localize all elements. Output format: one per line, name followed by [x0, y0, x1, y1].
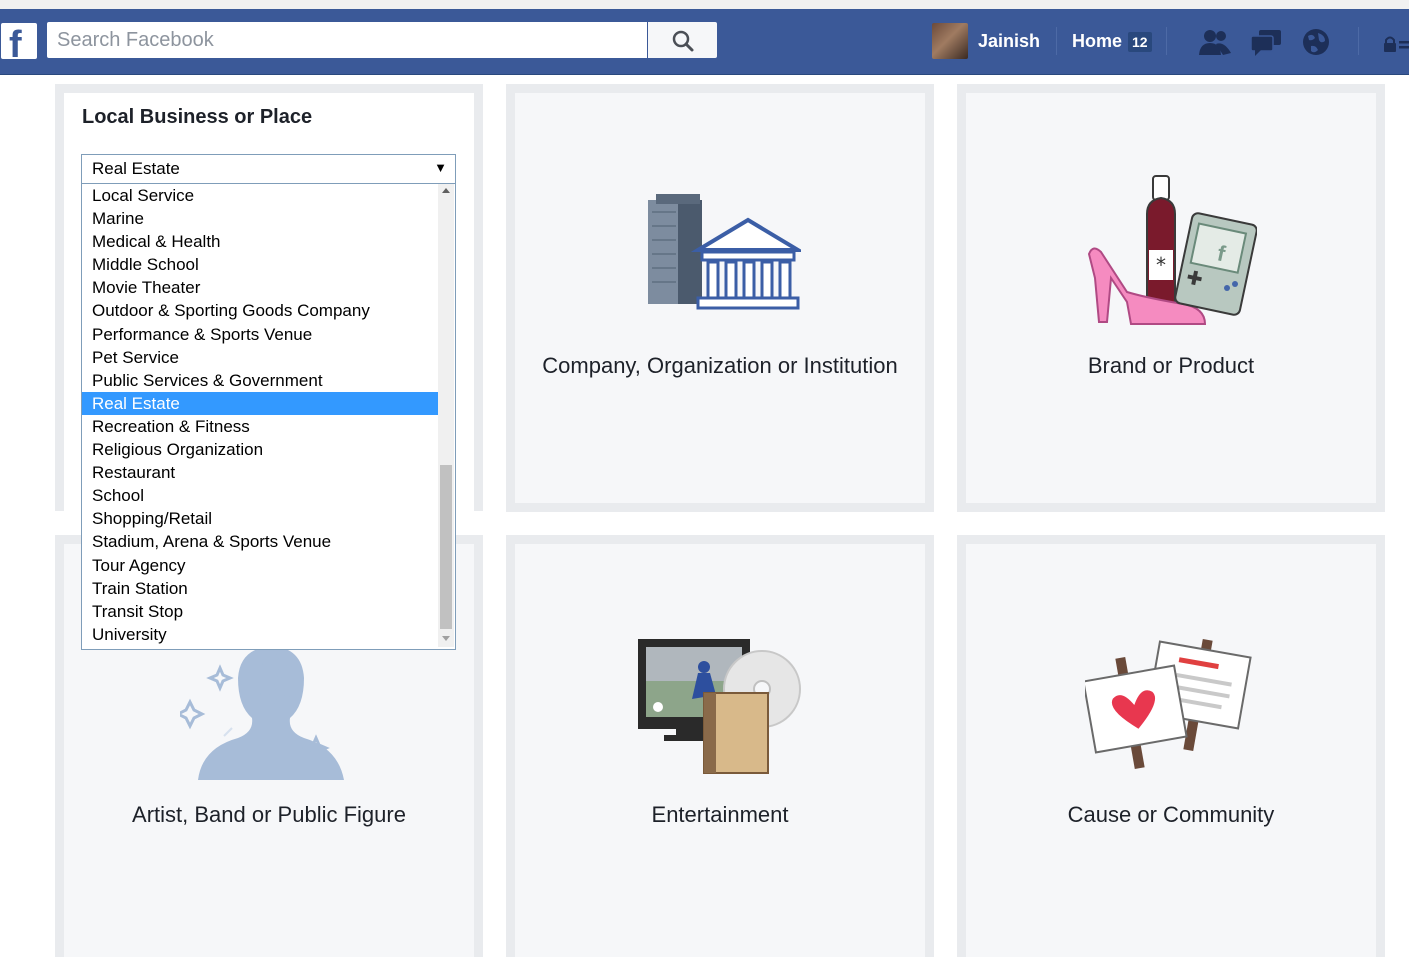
home-link[interactable]: Home	[1072, 31, 1122, 52]
category-select[interactable]: Real Estate ▼	[81, 154, 456, 184]
brand-products-icon: * f	[1087, 175, 1257, 325]
scrollbar-thumb[interactable]	[440, 465, 452, 629]
company-building-icon	[648, 194, 801, 310]
dropdown-option[interactable]: University	[82, 623, 438, 646]
svg-text:*: *	[1156, 253, 1166, 277]
scroll-up-icon[interactable]	[442, 188, 450, 193]
cause-signs-icon	[1085, 638, 1252, 770]
nav-divider	[1166, 27, 1167, 55]
dropdown-option[interactable]: Medical & Health	[82, 230, 438, 253]
entertainment-label: Entertainment	[651, 802, 789, 827]
facebook-top-bar: f Jainish Home 12	[0, 9, 1409, 75]
dropdown-option[interactable]: Local Service	[82, 184, 438, 207]
search-icon	[672, 30, 694, 52]
brand-product-card[interactable]: * f Brand or Product	[957, 84, 1385, 512]
scroll-down-icon[interactable]	[442, 636, 450, 641]
dropdown-option[interactable]: Train Station	[82, 577, 438, 600]
dropdown-option[interactable]: Transit Stop	[82, 600, 438, 623]
local-business-title: Local Business or Place	[82, 106, 313, 128]
messages-icon[interactable]	[1249, 27, 1283, 57]
home-count-badge: 12	[1128, 32, 1152, 52]
cause-community-card[interactable]: Cause or Community	[957, 535, 1385, 957]
dropdown-option[interactable]: Performance & Sports Venue	[82, 323, 438, 346]
friend-requests-icon[interactable]	[1198, 27, 1232, 57]
dropdown-option[interactable]: Recreation & Fitness	[82, 415, 438, 438]
cause-community-label: Cause or Community	[1067, 802, 1275, 827]
search-field[interactable]	[47, 22, 647, 58]
facebook-logo-icon[interactable]: f	[1, 23, 37, 65]
dropdown-option[interactable]: Religious Organization	[82, 438, 438, 461]
nav-divider	[1056, 27, 1057, 55]
category-select-value: Real Estate	[92, 159, 180, 178]
notifications-globe-icon[interactable]	[1299, 27, 1333, 57]
dropdown-option[interactable]: Marine	[82, 207, 438, 230]
category-dropdown-list[interactable]: Local Service Marine Medical & Health Mi…	[81, 183, 456, 650]
profile-link[interactable]: Jainish	[978, 31, 1040, 52]
dropdown-option[interactable]: Shopping/Retail	[82, 507, 438, 530]
avatar[interactable]	[932, 23, 968, 59]
entertainment-card[interactable]: Entertainment	[506, 535, 934, 957]
dropdown-option[interactable]: Tour Agency	[82, 554, 438, 577]
search-button[interactable]	[648, 22, 717, 58]
privacy-shortcuts-icon[interactable]	[1383, 35, 1409, 53]
nav-divider	[1358, 27, 1359, 55]
company-organization-label: Company, Organization or Institution	[542, 353, 898, 378]
company-organization-card[interactable]: Company, Organization or Institution	[506, 84, 934, 512]
dropdown-option[interactable]: Restaurant	[82, 461, 438, 484]
dropdown-scrollbar[interactable]	[438, 184, 454, 647]
dropdown-option[interactable]: Pet Service	[82, 346, 438, 369]
dropdown-option[interactable]: Outdoor & Sporting Goods Company	[82, 299, 438, 322]
dropdown-option[interactable]: Middle School	[82, 253, 438, 276]
entertainment-media-icon	[638, 639, 801, 774]
brand-product-label: Brand or Product	[1087, 353, 1255, 378]
artist-band-label: Artist, Band or Public Figure	[132, 802, 406, 827]
chevron-down-icon[interactable]: ▼	[434, 160, 447, 175]
dropdown-option[interactable]: School	[82, 484, 438, 507]
dropdown-option-selected[interactable]: Real Estate	[82, 392, 438, 415]
dropdown-option[interactable]: Stadium, Arena & Sports Venue	[82, 530, 438, 553]
search-input[interactable]	[47, 22, 647, 58]
dropdown-option[interactable]: Movie Theater	[82, 276, 438, 299]
dropdown-option[interactable]: Public Services & Government	[82, 369, 438, 392]
